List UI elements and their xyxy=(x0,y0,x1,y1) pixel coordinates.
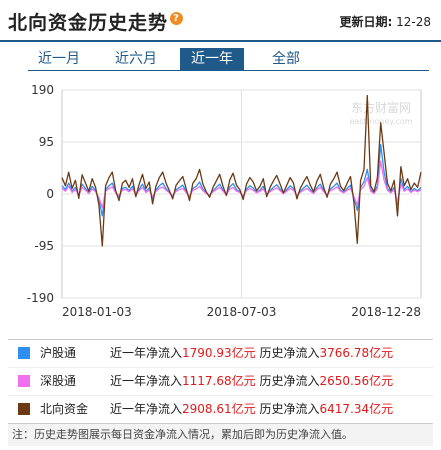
legend-row-sz: 深股通 近一年净流入1117.68亿元 历史净流入2650.56亿元 xyxy=(8,368,433,396)
line-chart: 190 95 0 -95 -190 2018-01-03 2018-07-03 2018-12… xyxy=(27,83,422,319)
legend-stats: 近一年净流入2908.61亿元 历史净流入6417.34亿元 xyxy=(110,396,393,423)
period-value: 1790.93亿元 xyxy=(182,346,256,360)
hist-label: 历史净流入 xyxy=(259,346,320,360)
header: 北向资金历史走势? 更新日期: 12-28 xyxy=(0,0,441,42)
tab-all[interactable]: 全部 xyxy=(256,48,316,70)
legend-swatch-north xyxy=(18,403,30,415)
period-value: 2908.61亿元 xyxy=(182,402,256,416)
x-tick-label: 2018-12-28 xyxy=(351,305,421,319)
period-value: 1117.68亿元 xyxy=(182,374,256,388)
legend-stats: 近一年净流入1117.68亿元 历史净流入2650.56亿元 xyxy=(110,368,393,395)
update-date: 更新日期: 12-28 xyxy=(339,13,431,30)
footnote: 注：历史走势图展示每日资金净流入情况，累加后即为历史净流入值。 xyxy=(8,424,433,446)
tab-6-months[interactable]: 近六月 xyxy=(104,48,168,70)
help-icon[interactable]: ? xyxy=(170,12,184,25)
legend-name: 北向资金 xyxy=(40,402,89,416)
legend-name: 深股通 xyxy=(40,374,77,388)
tab-1-year[interactable]: 近一年 xyxy=(180,48,244,70)
hist-value: 6417.34亿元 xyxy=(319,402,394,416)
y-tick-label: 95 xyxy=(39,135,54,149)
legend-row-north: 北向资金 近一年净流入2908.61亿元 历史净流入6417.34亿元 xyxy=(8,396,433,423)
hist-value: 3766.78亿元 xyxy=(319,346,394,360)
legend-swatch-sz xyxy=(18,375,30,387)
legend-name: 沪股通 xyxy=(40,346,77,360)
watermark-logo: 东方财富网 xyxy=(351,100,411,115)
hist-value: 2650.56亿元 xyxy=(319,374,394,388)
legend-table: 沪股通 近一年净流入1790.93亿元 历史净流入3766.78亿元 深股通 近… xyxy=(8,339,433,424)
y-tick-label: -95 xyxy=(34,239,54,253)
hist-label: 历史净流入 xyxy=(259,402,320,416)
period-label: 近一年净流入 xyxy=(110,402,183,416)
legend-stats: 近一年净流入1790.93亿元 历史净流入3766.78亿元 xyxy=(110,340,393,367)
y-tick-label: 0 xyxy=(46,187,54,201)
period-label: 近一年净流入 xyxy=(110,346,183,360)
y-tick-label: 190 xyxy=(31,83,54,97)
x-tick-label: 2018-01-03 xyxy=(62,305,132,319)
update-value: 12-28 xyxy=(396,15,431,29)
y-tick-label: -190 xyxy=(27,291,54,305)
x-tick-label: 2018-07-03 xyxy=(207,305,277,319)
tab-1-month[interactable]: 近一月 xyxy=(28,48,90,70)
tab-underline xyxy=(28,70,429,71)
page-title-text: 北向资金历史走势 xyxy=(8,12,169,34)
page-title: 北向资金历史走势? xyxy=(8,8,184,35)
hist-label: 历史净流入 xyxy=(259,374,320,388)
period-label: 近一年净流入 xyxy=(110,374,183,388)
update-label: 更新日期: xyxy=(339,15,393,29)
legend-row-sh: 沪股通 近一年净流入1790.93亿元 历史净流入3766.78亿元 xyxy=(8,340,433,368)
legend-swatch-sh xyxy=(18,347,30,359)
